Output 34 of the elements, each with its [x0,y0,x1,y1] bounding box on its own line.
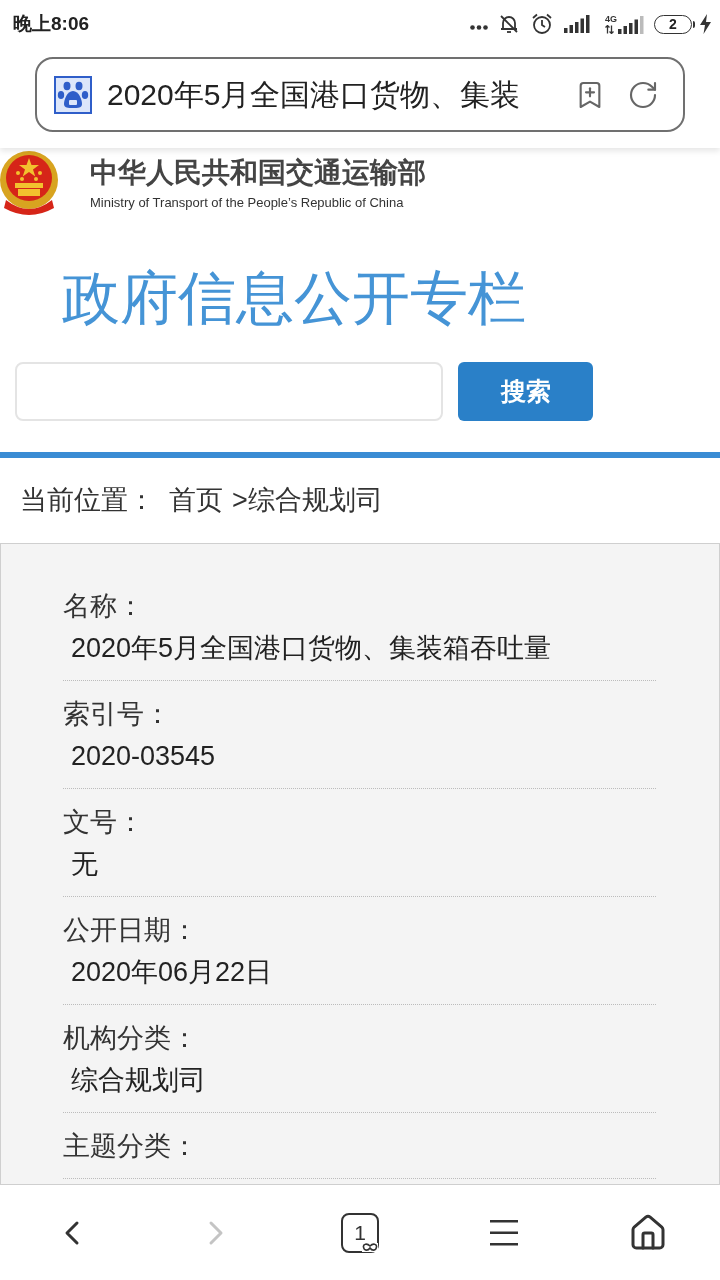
network-type-label: 4G [605,14,617,24]
section-heading: 政府信息公开专栏 [62,265,526,330]
detail-value: 2020年06月22日 [70,956,274,989]
muted-bell-icon [498,13,520,35]
detail-label: 名称： [63,590,145,623]
ministry-english-name: Ministry of Transport of the People’s Republic of China [90,195,405,211]
ministry-name: 中华人民共和国交通运输部 [90,157,426,189]
address-bar[interactable]: 2020年5月全国港口货物、集装 [35,57,685,132]
search-field[interactable] [15,362,443,421]
breadcrumb-link[interactable]: 首页 [169,482,223,518]
breadcrumb-separator: > [232,484,248,517]
infinity-icon [362,1242,378,1252]
alarm-clock-icon [531,13,553,35]
search-button[interactable]: 搜索 [458,362,593,421]
more-dots-icon [470,24,488,30]
detail-value: 无 [70,848,99,881]
breadcrumb-link[interactable]: 综合规划司 [247,482,383,518]
detail-label: 索引号： [63,698,172,731]
detail-label: 文号： [63,806,145,839]
breadcrumb-label: 当前位置： [20,484,155,517]
detail-value: 2020-03545 [70,740,217,773]
page-title: 2020年5月全国港口货物、集装 [107,79,521,110]
detail-value: 2020年5月全国港口货物、集装箱吞吐量 [70,632,553,665]
status-time: 晚上8:06 [13,11,90,36]
detail-label: 主题分类： [63,1130,199,1163]
paw-icon [54,75,92,114]
signal-icon [618,15,644,34]
data-arrows-icon [605,24,614,34]
detail-label: 机构分类： [63,1022,199,1055]
detail-value: 综合规划司 [70,1064,207,1097]
signal-icon [564,15,591,33]
tabs-button[interactable]: 1 [341,1212,379,1253]
emblem-icon [0,148,60,216]
detail-label: 公开日期： [63,914,199,947]
